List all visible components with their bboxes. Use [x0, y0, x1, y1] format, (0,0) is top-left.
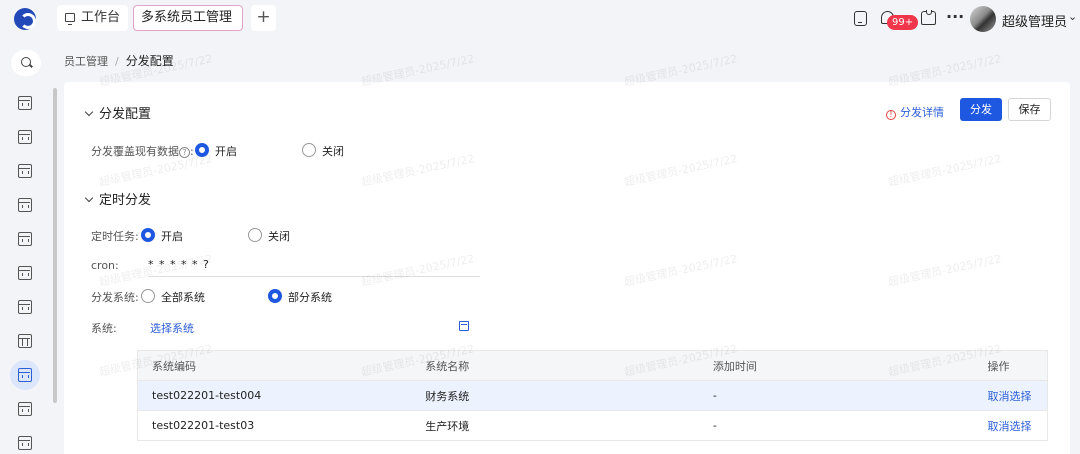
- column-header: 操作: [973, 350, 1048, 381]
- section-distribution-config[interactable]: 分发配置: [84, 103, 151, 122]
- sidebar-scrollbar[interactable]: [53, 88, 57, 403]
- table-header-row: 系统编码 系统名称 添加时间 操作: [137, 350, 1048, 381]
- distribution-system-label: 分发系统:: [91, 291, 139, 304]
- scheduled-on-label[interactable]: 开启: [161, 228, 183, 244]
- sidebar: [0, 38, 57, 454]
- sidebar-app-icon[interactable]: [18, 198, 32, 212]
- override-on-radio[interactable]: [195, 143, 209, 157]
- breadcrumb: 员工管理 / 分发配置: [64, 54, 174, 68]
- tab-label: 工作台: [81, 10, 121, 25]
- system-table: 系统编码 系统名称 添加时间 操作 test022201-test004 财务系…: [137, 350, 1048, 441]
- chevron-down-icon[interactable]: ⌄: [1068, 10, 1077, 23]
- sidebar-app-icon[interactable]: [18, 300, 32, 314]
- cell-time: -: [698, 410, 974, 441]
- sidebar-app-icon-active[interactable]: [18, 368, 32, 382]
- sidebar-grid-icon[interactable]: [18, 334, 32, 348]
- sidebar-app-icon[interactable]: [18, 96, 32, 110]
- config-card: 分发配置 ! 分发详情 分发 保存 分发覆盖现有数据?: 开启 关闭 定时分发 定…: [64, 82, 1070, 454]
- table-row[interactable]: test022201-test03 生产环境 - 取消选择: [137, 410, 1048, 441]
- top-bar: 工作台 多系统员工管理 + 99+ ··· 超级管理员 ⌄: [0, 0, 1080, 38]
- breadcrumb-parent[interactable]: 员工管理: [64, 55, 108, 68]
- sidebar-app-icon[interactable]: [18, 130, 32, 144]
- all-systems-radio[interactable]: [141, 289, 155, 303]
- select-system-link[interactable]: 选择系统: [150, 320, 194, 336]
- override-off-label[interactable]: 关闭: [322, 143, 344, 159]
- search-icon[interactable]: [11, 50, 41, 76]
- theme-icon[interactable]: [921, 10, 936, 25]
- scheduled-task-label: 定时任务:: [91, 230, 139, 243]
- notification-badge: 99+: [887, 15, 919, 30]
- partial-systems-label[interactable]: 部分系统: [288, 289, 332, 305]
- chevron-down-icon: [84, 193, 94, 203]
- override-on-label[interactable]: 开启: [215, 143, 237, 159]
- partial-systems-radio[interactable]: [268, 289, 282, 303]
- override-off-radio[interactable]: [302, 143, 316, 157]
- scheduled-on-radio[interactable]: [141, 228, 155, 242]
- tab-label: 多系统员工管理: [141, 10, 233, 25]
- sidebar-app-icon[interactable]: [18, 266, 32, 280]
- info-icon: !: [886, 110, 896, 120]
- cell-code: test022201-test004: [137, 380, 412, 411]
- column-header: 添加时间: [698, 350, 974, 381]
- sidebar-app-icon[interactable]: [18, 232, 32, 246]
- cell-time: -: [698, 380, 974, 411]
- override-label: 分发覆盖现有数据?:: [91, 145, 194, 158]
- cron-input-underline: [148, 276, 480, 277]
- save-button[interactable]: 保存: [1008, 98, 1051, 121]
- cell-name: 生产环境: [411, 410, 699, 441]
- avatar[interactable]: [970, 6, 996, 32]
- logo-icon[interactable]: [14, 8, 36, 30]
- username[interactable]: 超级管理员: [1002, 11, 1067, 30]
- table-row[interactable]: test022201-test004 财务系统 - 取消选择: [137, 380, 1048, 411]
- distribute-button[interactable]: 分发: [960, 98, 1002, 121]
- chevron-down-icon: [84, 107, 94, 117]
- add-tab-button[interactable]: +: [251, 5, 276, 31]
- column-header: 系统编码: [137, 350, 412, 381]
- cron-label: cron:: [91, 259, 119, 272]
- breadcrumb-current: 分发配置: [125, 54, 174, 68]
- help-icon[interactable]: ?: [179, 147, 190, 158]
- section-scheduled-distribution[interactable]: 定时分发: [84, 189, 151, 208]
- column-header: 系统名称: [411, 350, 699, 381]
- scheduled-off-label[interactable]: 关闭: [268, 228, 290, 244]
- systems-label: 系统:: [91, 322, 117, 335]
- distribution-detail-link[interactable]: ! 分发详情: [886, 104, 944, 120]
- monitor-icon: [65, 13, 75, 25]
- all-systems-label[interactable]: 全部系统: [161, 289, 205, 305]
- cell-code: test022201-test03: [137, 410, 412, 441]
- more-icon[interactable]: ···: [946, 7, 964, 26]
- deselect-link[interactable]: 取消选择: [973, 410, 1048, 441]
- cell-name: 财务系统: [411, 380, 699, 411]
- sidebar-app-icon[interactable]: [18, 402, 32, 416]
- mobile-icon[interactable]: [854, 11, 867, 26]
- tab-workbench[interactable]: 工作台: [57, 5, 129, 31]
- sidebar-app-icon[interactable]: [18, 164, 32, 178]
- sidebar-app-icon[interactable]: [18, 436, 32, 450]
- cron-input[interactable]: * * * * * ?: [148, 258, 210, 271]
- clear-icon[interactable]: [459, 321, 469, 331]
- tab-employee-management[interactable]: 多系统员工管理: [133, 5, 243, 31]
- scheduled-off-radio[interactable]: [248, 228, 262, 242]
- deselect-link[interactable]: 取消选择: [973, 380, 1048, 411]
